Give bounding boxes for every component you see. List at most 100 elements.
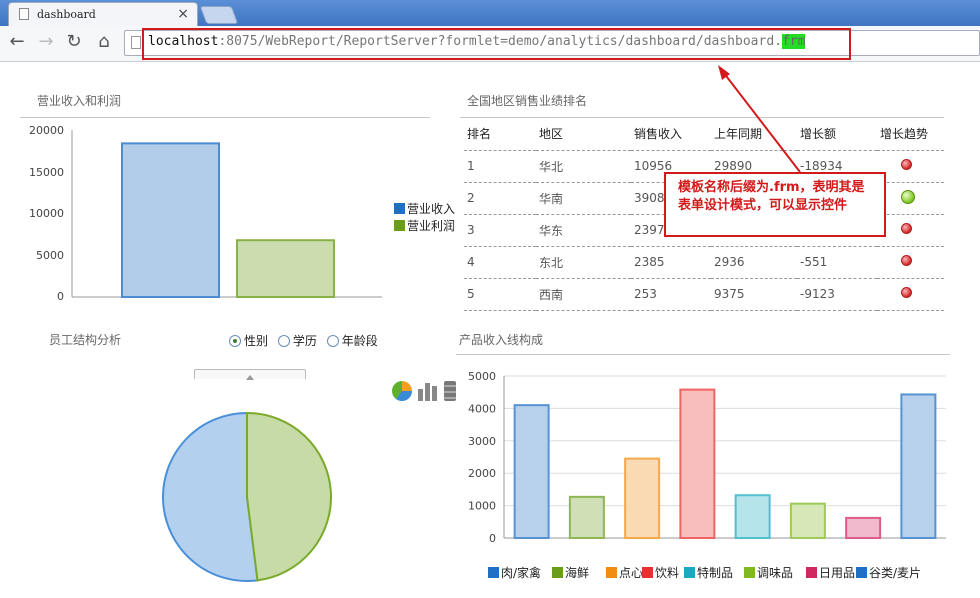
- table-cell: 5: [464, 278, 536, 311]
- radio-label: 性别: [244, 334, 269, 348]
- bar: [900, 393, 937, 539]
- column-header: 增长趋势: [877, 118, 944, 151]
- legend-item[interactable]: 点心: [606, 564, 643, 581]
- trend-cell: [877, 278, 944, 311]
- legend-label: 日用品: [819, 566, 856, 580]
- legend-swatch: [642, 567, 653, 578]
- column-header: 销售收入: [631, 118, 711, 151]
- y-tick: 0: [57, 290, 64, 303]
- staff-panel-title: 员工结构分析: [49, 333, 122, 347]
- y-tick: 4000: [468, 402, 496, 415]
- new-tab-button[interactable]: [199, 6, 239, 24]
- bar: [568, 495, 605, 540]
- y-tick: 5000: [468, 370, 496, 383]
- y-tick: 5000: [36, 249, 64, 262]
- legend-label: 调味品: [757, 566, 794, 580]
- legend-swatch: [488, 567, 499, 578]
- table-cell: 西南: [536, 278, 631, 311]
- back-arrow-icon[interactable]: ←: [6, 31, 28, 53]
- table-cell: -9123: [797, 278, 877, 311]
- legend-label: 营业收入: [407, 202, 456, 216]
- table-row: 4 东北 2385 2936 -551: [464, 246, 944, 279]
- staff-dimension-radio-group: 性别 学历 年龄段: [229, 332, 384, 349]
- forward-arrow-icon[interactable]: →: [35, 31, 57, 53]
- close-icon[interactable]: ×: [177, 6, 189, 22]
- trend-down-icon: [901, 255, 912, 266]
- trend-cell: [877, 246, 944, 279]
- radio-circle[interactable]: [326, 335, 339, 347]
- trend-down-icon: [901, 159, 912, 170]
- table-cell: 东北: [536, 246, 631, 279]
- bar: [236, 239, 335, 298]
- legend-swatch: [606, 567, 617, 578]
- database-icon[interactable]: [444, 381, 456, 401]
- bar: [789, 502, 826, 540]
- tab-title: dashboard: [37, 8, 96, 21]
- legend-swatch: [856, 567, 867, 578]
- legend-item[interactable]: 饮料: [642, 564, 679, 581]
- trend-cell: [877, 182, 944, 215]
- legend-label: 饮料: [655, 566, 680, 580]
- legend-item-revenue[interactable]: 营业收入: [394, 200, 455, 217]
- y-tick: 3000: [468, 435, 496, 448]
- table-cell: 2: [464, 182, 536, 215]
- radio-circle[interactable]: [229, 335, 241, 347]
- legend-swatch: [552, 567, 563, 578]
- legend-item[interactable]: 日用品: [806, 564, 855, 581]
- table-cell: 2936: [711, 246, 797, 279]
- pie-slice: [162, 411, 259, 582]
- bar-chart-icon[interactable]: [418, 381, 438, 401]
- product-revenue-chart: 5000 4000 3000 2000 1000 0: [468, 370, 946, 545]
- collapse-toggle[interactable]: [194, 369, 306, 380]
- column-header: 地区: [536, 118, 631, 151]
- bar: [121, 142, 220, 298]
- table-cell: 9375: [711, 278, 797, 311]
- table-cell: 2385: [631, 246, 711, 279]
- legend-item-profit[interactable]: 营业利润: [394, 217, 455, 234]
- url-highlight-box: [142, 28, 851, 60]
- radio-option-gender[interactable]: 性别: [229, 332, 268, 349]
- legend-item[interactable]: 特制品: [684, 564, 733, 581]
- y-tick: 15000: [29, 166, 64, 179]
- table-cell: 3: [464, 214, 536, 247]
- page-icon: [131, 36, 141, 49]
- legend-label: 特制品: [697, 566, 734, 580]
- pie-chart-icon[interactable]: [392, 381, 412, 401]
- reload-icon[interactable]: ↻: [63, 31, 85, 53]
- bar: [734, 494, 771, 539]
- table-cell: 253: [631, 278, 711, 311]
- legend-item[interactable]: 调味品: [744, 564, 793, 581]
- bar: [624, 457, 661, 539]
- radio-option-age[interactable]: 年龄段: [326, 332, 378, 349]
- radio-option-education[interactable]: 学历: [277, 332, 317, 349]
- legend-swatch: [394, 203, 405, 214]
- legend-item[interactable]: 谷类/麦片: [856, 564, 921, 581]
- revenue-chart-svg: [71, 130, 382, 298]
- table-cell: 华东: [536, 214, 631, 247]
- pie-slice: [246, 411, 332, 582]
- page-icon: [19, 8, 29, 20]
- table-cell: 华北: [536, 150, 631, 183]
- legend-swatch: [684, 567, 695, 578]
- legend-swatch: [806, 567, 817, 578]
- trend-cell: [877, 214, 944, 247]
- legend-item[interactable]: 肉/家禽: [488, 564, 541, 581]
- revenue-panel-title: 营业收入和利润: [37, 94, 122, 108]
- browser-tab[interactable]: dashboard ×: [8, 2, 198, 26]
- browser-tab-strip: dashboard ×: [0, 0, 980, 26]
- divider: [456, 354, 950, 355]
- trend-down-icon: [901, 223, 912, 234]
- y-tick: 2000: [468, 467, 496, 480]
- trend-cell: [877, 150, 944, 183]
- legend-label: 营业利润: [407, 219, 456, 233]
- trend-up-icon: [901, 189, 915, 204]
- annotation-callout: 模板名称后缀为.frm，表明其是表单设计模式，可以显示控件: [664, 172, 886, 237]
- table-cell: 4: [464, 246, 536, 279]
- y-tick: 0: [489, 532, 496, 545]
- trend-down-icon: [901, 287, 912, 298]
- staff-pie-chart: [162, 411, 332, 582]
- home-icon[interactable]: ⌂: [93, 31, 115, 53]
- radio-circle[interactable]: [277, 335, 290, 347]
- legend-item[interactable]: 海鲜: [552, 564, 589, 581]
- legend-swatch: [394, 220, 405, 231]
